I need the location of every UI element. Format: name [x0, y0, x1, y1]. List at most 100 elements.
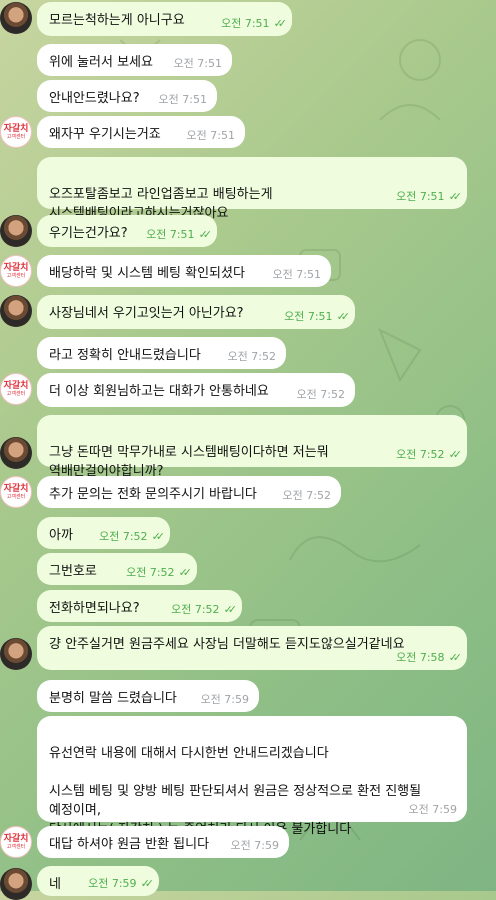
- message-text: 걍 안주실거면 원금주세요 사장님 더말해도 듣지도않으실거같네요: [49, 637, 405, 652]
- read-check-icon: ✓✓: [223, 603, 238, 616]
- logo-text: 자갈치: [3, 124, 29, 134]
- message-text: 우기는건가요?: [49, 226, 128, 241]
- avatar[interactable]: [0, 868, 32, 900]
- message-bubble-outgoing[interactable]: 그냥 돈따면 막무가내로 시스템배팅이다하면 저는뭐 역배만걸어야합니까? 오전…: [37, 415, 467, 479]
- message-time: 오전 7:51: [173, 57, 222, 70]
- avatar[interactable]: [0, 295, 32, 327]
- message-text: 왜자꾸 우기시는거죠: [49, 127, 161, 142]
- message-bubble-outgoing[interactable]: 전화하면되나요? 오전 7:52 ✓✓: [37, 590, 242, 622]
- logo-subtext: 고객센터: [6, 494, 26, 500]
- message-text: 유선연락 내용에 대해서 다시한번 안내드리겠습니다 시스템 베팅 및 양방 베…: [49, 746, 422, 837]
- read-check-icon: ✓✓: [198, 228, 213, 241]
- message-text: 분명히 말씀 드렸습니다: [49, 691, 177, 706]
- message-text: 모르는척하는게 아니구요: [49, 13, 185, 28]
- message-time: 오전 7:58: [396, 651, 445, 664]
- message-time: 오전 7:59: [200, 693, 249, 706]
- message-time: 오전 7:59: [230, 839, 279, 852]
- message-bubble-incoming[interactable]: 라고 정확히 안내드렸습니다 오전 7:52: [37, 337, 286, 369]
- message-bubble-incoming[interactable]: 배당하락 및 시스템 베팅 확인되셨다 오전 7:51: [37, 255, 331, 287]
- avatar[interactable]: [0, 2, 32, 34]
- message-text: 아까: [49, 528, 73, 543]
- message-text: 배당하락 및 시스템 베팅 확인되셨다: [49, 266, 245, 281]
- message-text: 안내안드렸나요?: [49, 91, 140, 106]
- logo-text: 자갈치: [3, 381, 29, 391]
- logo-text: 자갈치: [3, 263, 29, 273]
- avatar[interactable]: [0, 638, 32, 670]
- avatar-logo[interactable]: 자갈치 고객센터: [0, 116, 32, 148]
- message-time: 오전 7:51: [146, 228, 195, 241]
- message-text: 위에 눌러서 보세요: [49, 55, 153, 70]
- message-time: 오전 7:51: [272, 268, 321, 281]
- read-check-icon: ✓✓: [448, 651, 463, 664]
- avatar-logo[interactable]: 자갈치 고객센터: [0, 476, 32, 508]
- message-time: 오전 7:59: [88, 877, 137, 890]
- message-bubble-incoming[interactable]: 대답 하셔야 원금 반환 됩니다 오전 7:59: [37, 826, 289, 858]
- message-time: 오전 7:52: [126, 566, 175, 579]
- avatar[interactable]: [0, 437, 32, 469]
- message-text: 사장님네서 우기고잇는거 아닌가요?: [49, 306, 244, 321]
- message-meta: 오전 7:52 ✓✓: [396, 448, 463, 461]
- message-time: 오전 7:51: [158, 93, 207, 106]
- message-text: 네: [49, 877, 61, 892]
- logo-subtext: 고객센터: [6, 844, 26, 850]
- logo-subtext: 고객센터: [6, 391, 26, 397]
- read-check-icon: ✓✓: [151, 530, 166, 543]
- message-time: 오전 7:59: [408, 803, 457, 816]
- message-time: 오전 7:52: [99, 530, 148, 543]
- message-text: 전화하면되나요?: [49, 601, 140, 616]
- message-meta: 오전 7:51 ✓✓: [146, 228, 213, 241]
- message-meta: 오전 7:59 ✓✓: [88, 877, 155, 890]
- message-time: 오전 7:52: [227, 350, 276, 363]
- read-check-icon: ✓✓: [336, 310, 351, 323]
- message-time: 오전 7:51: [396, 190, 445, 203]
- message-bubble-outgoing[interactable]: 오즈포탈좀보고 라인업좀보고 배팅하는게 시스템배팅이라고하시는거잖아요 오전 …: [37, 157, 467, 221]
- read-check-icon: ✓✓: [448, 190, 463, 203]
- message-time: 오전 7:51: [284, 310, 333, 323]
- message-bubble-incoming[interactable]: 위에 눌러서 보세요 오전 7:51: [37, 44, 232, 76]
- message-bubble-outgoing[interactable]: 걍 안주실거면 원금주세요 사장님 더말해도 듣지도않으실거같네요 오전 7:5…: [37, 626, 467, 670]
- message-meta: 오전 7:51 ✓✓: [221, 17, 288, 30]
- message-bubble-incoming[interactable]: 추가 문의는 전화 문의주시기 바랍니다 오전 7:52: [37, 476, 341, 508]
- message-bubble-outgoing[interactable]: 우기는건가요? 오전 7:51 ✓✓: [37, 215, 217, 247]
- logo-subtext: 고객센터: [6, 134, 26, 140]
- message-meta: 오전 7:51 ✓✓: [284, 310, 351, 323]
- read-check-icon: ✓✓: [140, 877, 155, 890]
- message-bubble-incoming[interactable]: 유선연락 내용에 대해서 다시한번 안내드리겠습니다 시스템 베팅 및 양방 베…: [37, 716, 467, 837]
- read-check-icon: ✓✓: [448, 448, 463, 461]
- message-meta: 오전 7:51 ✓✓: [396, 190, 463, 203]
- message-time: 오전 7:52: [171, 603, 220, 616]
- avatar-logo[interactable]: 자갈치 고객센터: [0, 373, 32, 405]
- message-bubble-outgoing[interactable]: 아까 오전 7:52 ✓✓: [37, 517, 170, 549]
- message-text: 추가 문의는 전화 문의주시기 바랍니다: [49, 487, 257, 502]
- message-bubble-outgoing[interactable]: 사장님네서 우기고잇는거 아닌가요? 오전 7:51 ✓✓: [37, 295, 355, 329]
- message-text: 대답 하셔야 원금 반환 됩니다: [49, 837, 210, 852]
- message-bubble-incoming[interactable]: 왜자꾸 우기시는거죠 오전 7:51: [37, 116, 245, 148]
- message-text: 그번호로: [49, 564, 97, 579]
- logo-subtext: 고객센터: [6, 273, 26, 279]
- message-bubble-outgoing[interactable]: 네 오전 7:59 ✓✓: [37, 866, 159, 896]
- message-bubble-outgoing[interactable]: 모르는척하는게 아니구요 오전 7:51 ✓✓: [37, 2, 292, 36]
- message-meta: 오전 7:52 ✓✓: [171, 603, 238, 616]
- message-meta: 오전 7:52 ✓✓: [126, 566, 193, 579]
- message-text: 더 이상 회원님하고는 대화가 안통하네요: [49, 384, 269, 399]
- message-time: 오전 7:52: [396, 448, 445, 461]
- message-bubble-incoming[interactable]: 안내안드렸나요? 오전 7:51: [37, 80, 217, 112]
- message-time: 오전 7:52: [282, 489, 331, 502]
- message-time: 오전 7:52: [296, 388, 345, 401]
- logo-text: 자갈치: [3, 484, 29, 494]
- message-bubble-outgoing[interactable]: 그번호로 오전 7:52 ✓✓: [37, 553, 197, 585]
- read-check-icon: ✓✓: [273, 17, 288, 30]
- message-time: 오전 7:51: [221, 17, 270, 30]
- message-meta: 오전 7:58 ✓✓: [396, 651, 463, 664]
- avatar-logo[interactable]: 자갈치 고객센터: [0, 255, 32, 287]
- message-bubble-incoming[interactable]: 더 이상 회원님하고는 대화가 안통하네요 오전 7:52: [37, 373, 355, 407]
- avatar-logo[interactable]: 자갈치 고객센터: [0, 826, 32, 858]
- message-text: 라고 정확히 안내드렸습니다: [49, 348, 201, 363]
- message-meta: 오전 7:52 ✓✓: [99, 530, 166, 543]
- message-time: 오전 7:51: [186, 129, 235, 142]
- logo-text: 자갈치: [3, 834, 29, 844]
- message-bubble-incoming[interactable]: 분명히 말씀 드렸습니다 오전 7:59: [37, 680, 259, 712]
- read-check-icon: ✓✓: [178, 566, 193, 579]
- avatar[interactable]: [0, 215, 32, 247]
- message-text: 그냥 돈따면 막무가내로 시스템배팅이다하면 저는뭐 역배만걸어야합니까?: [49, 445, 329, 479]
